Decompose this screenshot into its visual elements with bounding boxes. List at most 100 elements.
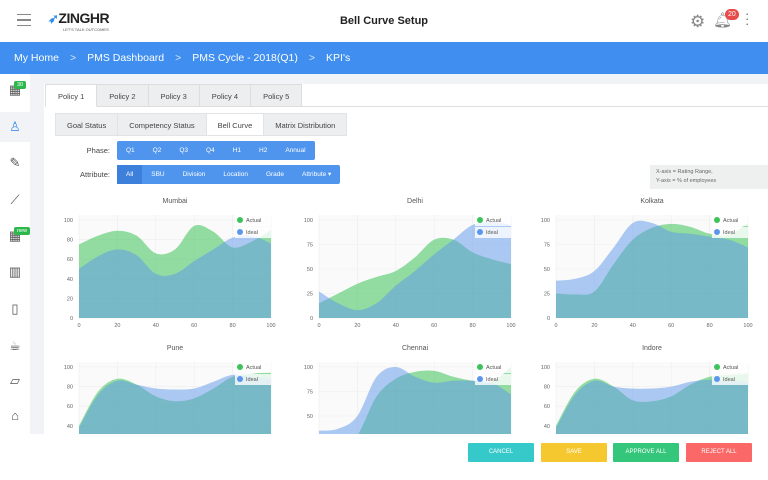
y-tick-label: 60 [544,404,550,410]
y-tick-label: 80 [544,385,550,391]
legend-marker-ideal [237,376,243,382]
phase-q3[interactable]: Q3 [170,141,197,160]
axis-note-y: Y-axis = % of employees [656,178,717,184]
y-tick-label: 0 [547,316,550,322]
y-tick-label: 50 [307,414,313,420]
legend-marker-actual [714,217,720,223]
chevron-right-icon: > [175,52,182,64]
phase-annual[interactable]: Annual [276,141,314,160]
x-tick-label: 0 [554,323,557,328]
x-tick-label: 20 [114,323,120,328]
x-tick-label: 60 [668,323,674,328]
approve-all-button[interactable]: APPROVE ALL [613,443,679,462]
cancel-button[interactable]: CANCEL [468,443,534,462]
reject-all-button[interactable]: REJECT ALL [686,443,752,462]
tab-policy-5[interactable]: Policy 5 [251,84,303,107]
y-tick-label: 100 [304,218,313,224]
tab-bell-curve[interactable]: Bell Curve [206,113,265,136]
document-icon[interactable]: ▯ [0,294,30,324]
breadcrumb-pms-dashboard[interactable]: PMS Dashboard [87,52,164,64]
tab-competency-status[interactable]: Competency Status [118,113,207,136]
attribute-dropdown[interactable]: Attribute ▾ [293,165,340,184]
tab-goal-status[interactable]: Goal Status [55,113,119,136]
attribute-all[interactable]: All [117,165,143,184]
attribute-location[interactable]: Location [214,165,257,184]
x-tick-label: 40 [393,323,399,328]
tab-policy-2[interactable]: Policy 2 [97,84,149,107]
phase-q2[interactable]: Q2 [144,141,171,160]
phase-h1[interactable]: H1 [224,141,250,160]
apps-icon[interactable]: ▦ [0,75,30,105]
y-tick-label: 50 [544,267,550,273]
x-tick-label: 60 [191,323,197,328]
y-tick-label: 60 [67,404,73,410]
coffee-icon[interactable]: ☕︎ [0,331,30,361]
legend-marker-actual [477,364,483,370]
person-icon[interactable]: ♙ [0,112,30,142]
y-tick-label: 20 [67,296,73,302]
y-tick-label: 25 [307,292,313,298]
legend-label: Ideal [486,377,498,383]
breadcrumb-kpis[interactable]: KPI's [326,52,350,64]
legend-marker-actual [237,217,243,223]
chart-delhi: Delhi 0 25 50 75 100 0 20 40 60 80 100 Actual Ideal [290,193,530,328]
legend-marker-actual [237,364,243,370]
breadcrumb-pms-cycle[interactable]: PMS Cycle - 2018(Q1) [192,52,298,64]
trend-icon[interactable]: ⟋ [0,185,30,215]
legend-marker-ideal [714,376,720,382]
app-header: ➶ZINGHR LET'S TALK OUTCOMES Bell Curve Se… [0,0,768,42]
sidebar: ▦ 30 ♙ ✎ ⟋ ▦ new ▥ ▯ ☕︎ ▱ ⌂ [0,74,31,434]
attribute-grade[interactable]: Grade [257,165,293,184]
y-tick-label: 50 [307,267,313,273]
breadcrumb: My Home > PMS Dashboard > PMS Cycle - 2018… [0,42,768,74]
axis-note-x: X-axis = Rating Range, [656,169,713,175]
chevron-right-icon: > [69,52,77,64]
graduation-icon[interactable]: ⌂ [0,401,30,431]
x-tick-label: 100 [266,323,275,328]
tab-policy-3[interactable]: Policy 3 [148,84,200,107]
more-icon[interactable]: · · · [745,7,751,30]
breadcrumb-my-home[interactable]: My Home [14,52,59,64]
y-tick-label: 100 [541,365,550,371]
tab-matrix-distribution[interactable]: Matrix Distribution [264,113,348,136]
save-button[interactable]: SAVE [541,443,607,462]
attribute-division[interactable]: Division [174,165,215,184]
x-tick-label: 60 [431,323,437,328]
edit-icon[interactable]: ✎ [0,148,30,178]
chart-mumbai: Mumbai 0 20 40 60 80 100 0 20 40 60 80 100 Actual Idea… [50,193,290,328]
chart-indore: Indore 40 60 80 100 Actual Ideal [527,340,767,434]
phase-h2[interactable]: H2 [250,141,276,160]
y-tick-label: 100 [64,218,73,224]
page-title: Bell Curve Setup [339,15,429,27]
sidebar-gutter [30,74,44,434]
attribute-label: Attribute: [79,170,110,179]
y-tick-label: 75 [544,243,550,249]
chevron-right-icon: > [308,52,316,64]
legend-label: Actual [723,218,738,224]
chart-pune: Pune 40 60 80 100 Actual Ideal [50,340,290,434]
legend-label: Ideal [723,377,735,383]
x-tick-label: 40 [630,323,636,328]
legend-marker-ideal [714,229,720,235]
chart-title: Pune [167,345,183,352]
attribute-sbu[interactable]: SBU [142,165,173,184]
legend-marker-ideal [237,229,243,235]
legend-marker-ideal [477,229,483,235]
phase-q4[interactable]: Q4 [197,141,224,160]
x-tick-label: 0 [77,323,80,328]
folder-icon[interactable]: ▱ [0,366,30,396]
y-tick-label: 100 [304,365,313,371]
phase-selector: Q1 Q2 Q3 Q4 H1 H2 Annual [117,141,315,160]
legend-label: Actual [723,365,738,371]
phase-label: Phase: [86,146,110,155]
phase-q1[interactable]: Q1 [117,141,144,160]
chart-title: Kolkata [640,198,663,205]
gear-icon[interactable]: ⚙ [690,12,705,32]
tab-policy-1[interactable]: Policy 1 [45,84,98,107]
legend-label: Actual [486,218,501,224]
widgets-icon[interactable]: ▦ [0,221,30,251]
x-tick-label: 20 [591,323,597,328]
tab-policy-4[interactable]: Policy 4 [199,84,252,107]
y-tick-label: 40 [67,424,73,430]
map-icon[interactable]: ▥ [0,257,30,287]
